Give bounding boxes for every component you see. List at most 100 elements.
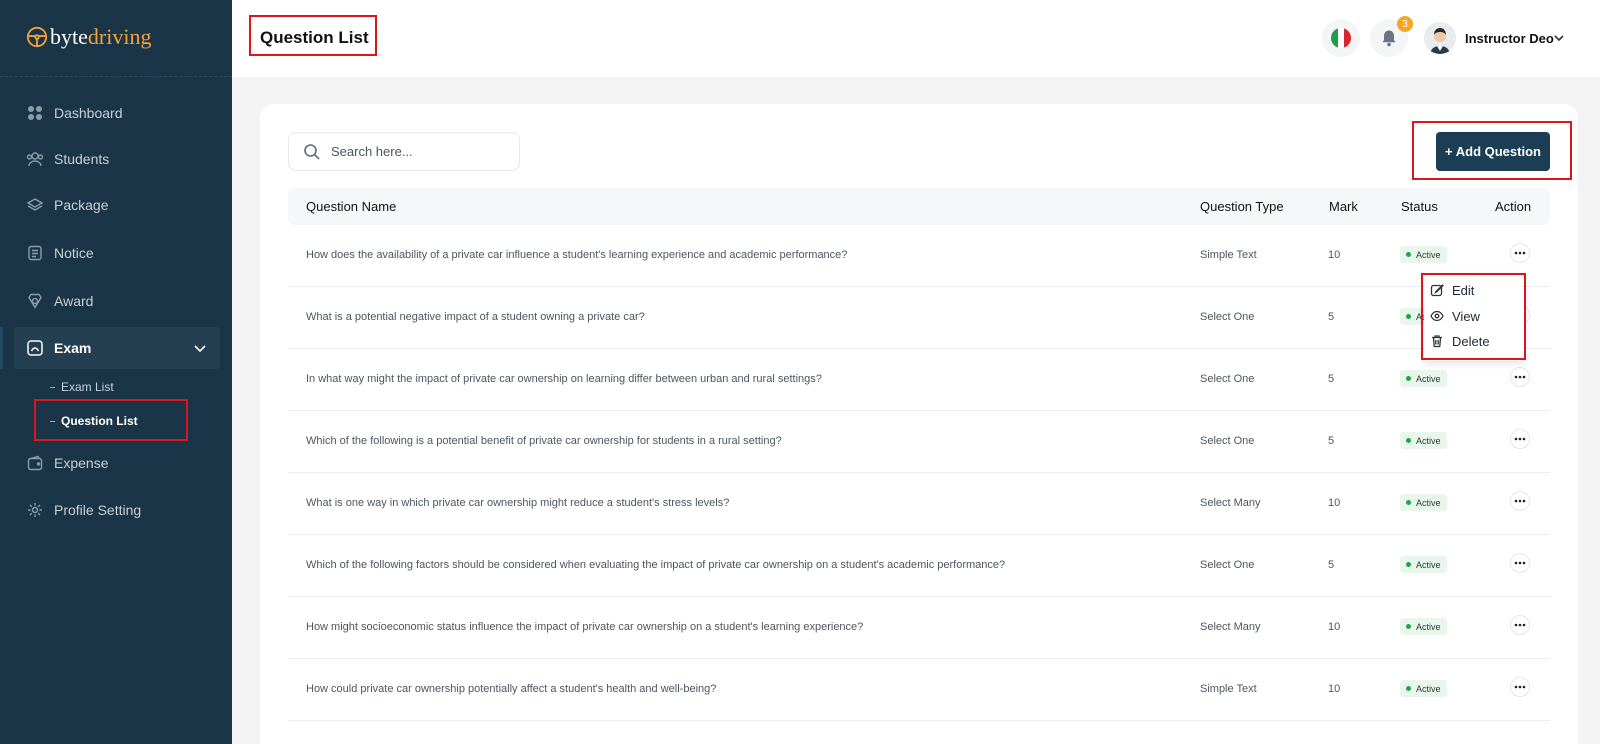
status-dot: [1406, 624, 1411, 629]
table-header: Question Name Question Type Mark Status …: [288, 188, 1550, 225]
table-row: Which of the following factors should be…: [288, 535, 1550, 597]
chevron-down-icon[interactable]: [1552, 31, 1566, 45]
status-label: Active: [1416, 683, 1441, 694]
sidebar-item-label: Expense: [54, 455, 109, 471]
question-type: Simple Text: [1200, 249, 1257, 261]
avatar[interactable]: [1424, 22, 1456, 54]
status-dot: [1406, 438, 1411, 443]
table-row: How does the availability of a private c…: [288, 225, 1550, 287]
table-row: How might socioeconomic status influence…: [288, 597, 1550, 659]
question-mark: 10: [1328, 497, 1341, 509]
highlight-box: [1412, 121, 1572, 180]
question-mark: 10: [1328, 683, 1341, 695]
status-label: Active: [1416, 497, 1441, 508]
sidebar-item-award[interactable]: Award: [14, 280, 220, 322]
brand-logo[interactable]: byte driving: [26, 22, 151, 52]
italy-flag-icon: [1331, 28, 1351, 48]
status-dot: [1406, 500, 1411, 505]
column-header-status[interactable]: Status: [1401, 199, 1438, 214]
more-actions-button[interactable]: [1510, 243, 1530, 263]
question-mark: 5: [1328, 559, 1335, 571]
search-icon: [304, 143, 320, 160]
column-header-question-name[interactable]: Question Name: [306, 199, 396, 214]
status-badge: Active: [1400, 246, 1447, 263]
dash-marker: [50, 386, 55, 388]
sidebar-item-label: Dashboard: [54, 105, 123, 121]
brand-name-driving: driving: [87, 24, 152, 49]
status-dot: [1406, 686, 1411, 691]
chevron-down-icon: [194, 345, 206, 353]
status-badge: Active: [1400, 680, 1447, 697]
sidebar-subitem-exam-list[interactable]: Exam List: [50, 380, 114, 394]
highlight-box: [1421, 273, 1526, 360]
more-dots-icon: [1514, 561, 1526, 565]
exam-icon: [26, 339, 44, 357]
more-dots-icon: [1514, 685, 1526, 689]
notification-badge: 3: [1397, 16, 1413, 32]
status-dot: [1406, 252, 1411, 257]
table-row: What is a potential negative impact of a…: [288, 287, 1550, 349]
notice-icon: [26, 244, 44, 262]
sidebar-item-exam[interactable]: Exam: [14, 327, 220, 369]
layers-icon: [26, 196, 44, 214]
column-header-mark[interactable]: Mark: [1329, 199, 1358, 214]
status-label: Active: [1416, 435, 1441, 446]
sidebar-item-package[interactable]: Package: [14, 184, 220, 226]
table-row: What is one way in which private car own…: [288, 473, 1550, 535]
sidebar-item-label: Award: [54, 293, 94, 309]
question-mark: 5: [1328, 435, 1335, 447]
status-dot: [1406, 562, 1411, 567]
sidebar-item-label: Profile Setting: [54, 502, 142, 518]
user-avatar-icon: [1424, 22, 1456, 54]
more-dots-icon: [1514, 437, 1526, 441]
sidebar-item-expense[interactable]: Expense: [14, 442, 220, 484]
sidebar-item-profile-setting[interactable]: Profile Setting: [14, 489, 220, 531]
sidebar-item-label: Students: [54, 151, 110, 167]
column-header-question-type[interactable]: Question Type: [1200, 199, 1284, 214]
more-dots-icon: [1514, 623, 1526, 627]
status-dot: [1406, 376, 1411, 381]
more-actions-button[interactable]: [1510, 553, 1530, 573]
question-type: Select One: [1200, 559, 1255, 571]
question-name: How might socioeconomic status influence…: [306, 621, 864, 633]
users-icon: [26, 150, 44, 168]
question-mark: 10: [1328, 621, 1341, 633]
more-actions-button[interactable]: [1510, 491, 1530, 511]
search-input[interactable]: [331, 144, 501, 159]
question-type: Select One: [1200, 435, 1255, 447]
sidebar-item-students[interactable]: Students: [14, 138, 220, 180]
gear-icon: [26, 501, 44, 519]
status-label: Active: [1416, 621, 1441, 632]
search-box[interactable]: [288, 132, 520, 171]
status-badge: Active: [1400, 618, 1447, 635]
sidebar-item-dashboard[interactable]: Dashboard: [14, 92, 220, 134]
more-actions-button[interactable]: [1510, 615, 1530, 635]
question-mark: 5: [1328, 373, 1335, 385]
question-name: What is one way in which private car own…: [306, 497, 730, 509]
more-dots-icon: [1514, 499, 1526, 503]
sidebar-item-label: Exam: [54, 340, 92, 356]
status-dot: [1406, 314, 1411, 319]
status-label: Active: [1416, 559, 1441, 570]
highlight-box: [249, 15, 377, 56]
more-actions-button[interactable]: [1510, 677, 1530, 697]
table-row: How could private car ownership potentia…: [288, 659, 1550, 721]
bell-icon: [1382, 30, 1396, 47]
question-name: Which of the following is a potential be…: [306, 435, 782, 447]
language-button[interactable]: [1322, 19, 1360, 57]
grid-icon: [26, 104, 44, 122]
more-actions-button[interactable]: [1510, 429, 1530, 449]
user-name[interactable]: Instructor Deo: [1465, 31, 1554, 46]
sidebar-item-notice[interactable]: Notice: [14, 232, 220, 274]
highlight-box: [34, 399, 188, 441]
sidebar-divider: [0, 76, 232, 77]
active-indicator: [0, 327, 3, 369]
status-badge: Active: [1400, 432, 1447, 449]
question-type: Simple Text: [1200, 683, 1257, 695]
sidebar-subitem-label: Exam List: [61, 380, 114, 394]
status-label: Active: [1416, 373, 1441, 384]
wallet-icon: [26, 454, 44, 472]
more-dots-icon: [1514, 251, 1526, 255]
more-actions-button[interactable]: [1510, 367, 1530, 387]
question-mark: 10: [1328, 249, 1341, 261]
